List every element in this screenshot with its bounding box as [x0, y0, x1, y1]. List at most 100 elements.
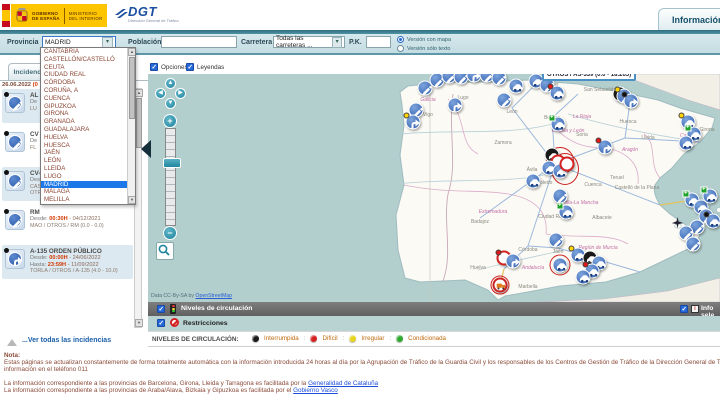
legend-dot [396, 335, 403, 342]
pk-input[interactable] [366, 36, 391, 48]
gobierno-vasco-link[interactable]: Gobierno Vasco [293, 387, 338, 394]
province-option[interactable]: CUENCA [41, 95, 127, 103]
pan-left-button[interactable]: ◀ [155, 88, 166, 99]
province-option[interactable]: LUGO [41, 173, 127, 181]
niveles-bar: Niveles de circulación i Info sele [148, 302, 720, 316]
province-option[interactable]: GUADALAJARA [41, 126, 127, 134]
chevron-down-icon: ▾ [332, 37, 342, 48]
city-label: Huelva [470, 265, 486, 271]
province-option[interactable]: CORUÑA, A [41, 87, 127, 95]
openstreetmap-link[interactable]: OpenStreetMap [195, 293, 232, 299]
scrollbar-thumb[interactable] [129, 57, 135, 119]
province-option[interactable]: JAÉN [41, 149, 127, 157]
dgt-road-icon [114, 6, 128, 20]
legend-items: Interrumpida:Difícil:Irregular:Condicion… [252, 335, 446, 342]
dropdown-scrollbar[interactable]: ▲ ▼ [127, 48, 135, 204]
pencil-map-icon[interactable] [553, 189, 568, 204]
tab-informacion[interactable]: Información [658, 8, 720, 30]
province-option[interactable]: CÓRDOBA [41, 79, 127, 87]
incident-item[interactable]: RMDesde: 00:30H - 04/12/2021MAO / OTROS … [2, 206, 133, 240]
arrow-map-icon[interactable] [406, 115, 421, 130]
car-map-icon[interactable] [550, 86, 565, 101]
arrow-map-icon[interactable] [598, 140, 613, 155]
province-option[interactable]: LLEIDA [41, 165, 127, 173]
version-text-radio[interactable] [397, 45, 404, 52]
region-label: La Rioja [573, 114, 591, 120]
scroll-up-icon[interactable]: ▲ [135, 89, 143, 97]
city-label: León [506, 109, 517, 115]
city-label: Castelló de la Plana [615, 185, 659, 191]
generalidad-cataluna-link[interactable]: Generalidad de Cataluña [308, 380, 378, 387]
zoom-out-button[interactable]: − [163, 226, 177, 240]
car-map-icon[interactable] [706, 214, 720, 229]
province-option[interactable]: HUESCA [41, 142, 127, 150]
version-map-label: Versión con mapa [407, 37, 451, 43]
car-map-icon[interactable] [509, 79, 524, 94]
pan-down-button[interactable]: ▼ [165, 98, 176, 109]
carretera-select[interactable]: Todas las carreteras ...▾ [273, 36, 345, 48]
province-option[interactable]: CASTELLÓN/CASTELLÓ [41, 56, 127, 64]
pencil-map-icon[interactable] [492, 74, 507, 86]
traffic-map[interactable]: VigoLugoLeónSantanderSan SebastiánBurgos… [148, 74, 720, 302]
pencil-map-icon[interactable] [497, 93, 512, 108]
province-option[interactable]: HUELVA [41, 134, 127, 142]
pencil-map-icon[interactable] [686, 237, 701, 252]
opciones-checkbox[interactable] [150, 63, 158, 71]
version-map-radio[interactable] [397, 36, 404, 43]
province-option[interactable]: GRANADA [41, 118, 127, 126]
plane-map-icon[interactable] [670, 215, 685, 230]
poblacion-input[interactable] [161, 36, 237, 48]
zoom-slider-track[interactable] [165, 128, 176, 226]
footer-notes: Nota: Estas páginas se actualizan consta… [0, 352, 720, 394]
scroll-up-icon[interactable]: ▲ [128, 48, 136, 56]
leyendas-checkbox[interactable] [186, 63, 194, 71]
sign-map-icon[interactable] [560, 157, 575, 172]
roadworks-incident-icon [5, 132, 25, 152]
arrow-map-icon[interactable] [448, 98, 463, 113]
niveles-checkbox[interactable] [157, 305, 165, 313]
note-title: Nota: [0, 352, 720, 359]
version-text-label: Versión sólo texto [407, 46, 450, 52]
province-option[interactable]: LEÓN [41, 157, 127, 165]
province-option[interactable]: MADRID [41, 181, 127, 189]
car-map-icon[interactable] [553, 258, 568, 273]
car-map-icon[interactable]: + [559, 205, 574, 220]
city-label: Teruel [610, 175, 624, 181]
car-map-icon[interactable] [679, 136, 694, 151]
pan-up-button[interactable]: ▲ [165, 78, 176, 89]
scroll-down-icon[interactable]: ▼ [135, 319, 143, 327]
scroll-down-icon[interactable]: ▼ [128, 196, 136, 204]
car-map-icon[interactable]: + [703, 189, 718, 204]
magnifier-button[interactable] [156, 242, 174, 260]
province-option[interactable]: MÁLAGA [41, 188, 127, 196]
arrow-map-icon[interactable] [624, 94, 639, 109]
legend-title: NIVELES DE CIRCULACIÓN: [152, 336, 239, 343]
pan-right-button[interactable]: ▶ [175, 88, 186, 99]
province-option[interactable]: CANTABRIA [41, 48, 127, 56]
collapse-list-icon[interactable] [7, 339, 17, 346]
zoom-in-button[interactable]: + [163, 114, 177, 128]
arrow-map-icon[interactable] [506, 254, 521, 269]
province-dropdown-list[interactable]: CANTABRIACASTELLÓN/CASTELLÓCEUTACIUDAD R… [40, 47, 136, 205]
panel-collapse-arrow[interactable] [141, 140, 151, 158]
map-attribution: Data CC-By-SA by OpenStreetMap [151, 293, 232, 299]
restricciones-checkbox[interactable] [157, 319, 165, 327]
province-options: CANTABRIACASTELLÓN/CASTELLÓCEUTACIUDAD R… [41, 48, 127, 204]
province-option[interactable]: GIPUZKOA [41, 103, 127, 111]
car-map-icon[interactable] [526, 174, 541, 189]
province-option[interactable]: GIRONA [41, 110, 127, 118]
incident-item[interactable]: A-135 ORDEN PÚBLICODesde: 00:00H - 24/06… [2, 245, 133, 279]
pencil-map-icon[interactable] [549, 233, 564, 248]
view-all-incidents-link[interactable]: ...Ver todas las incidencias [22, 337, 111, 344]
province-option[interactable]: CEUTA [41, 64, 127, 72]
province-option[interactable]: MELILLA [41, 196, 127, 204]
province-option[interactable]: CIUDAD REAL [41, 71, 127, 79]
car-map-icon[interactable]: + [551, 117, 566, 132]
dgt-logo: DGT Dirección General de Tráfico [114, 5, 184, 29]
truck-map-icon[interactable] [493, 278, 508, 293]
car-map-icon[interactable] [576, 270, 591, 285]
roadworks-incident-icon [5, 171, 25, 191]
zoom-slider-handle[interactable] [163, 158, 181, 168]
no-entry-icon [170, 318, 179, 327]
info-checkbox[interactable] [680, 305, 688, 313]
